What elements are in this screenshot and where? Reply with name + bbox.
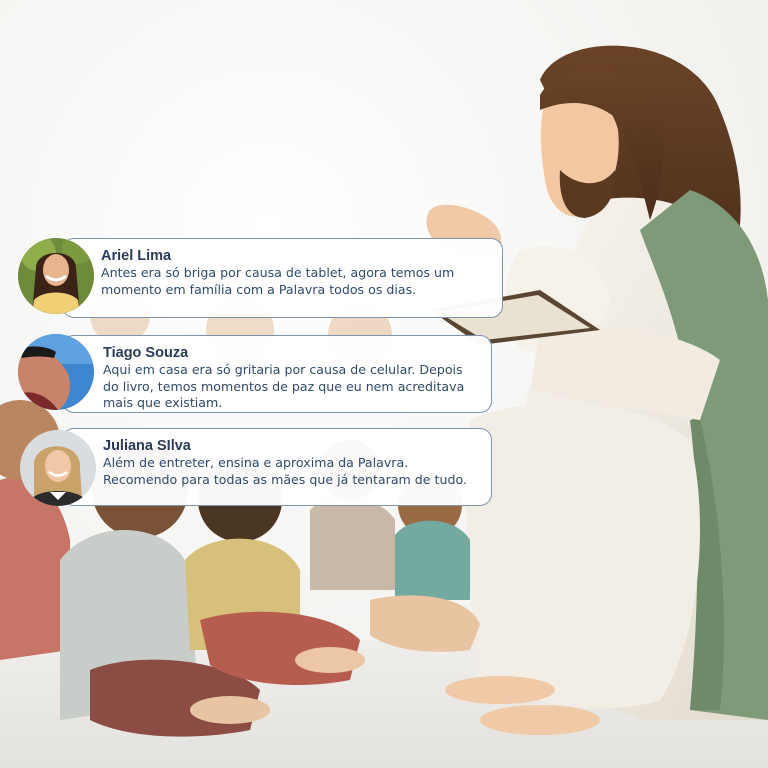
testimonial-body: Tiago Souza Aqui em casa era só gritaria… [103, 345, 477, 412]
testimonial-text: Além de entreter, ensina e aproxima da P… [103, 455, 467, 487]
testimonial-text: Aqui em casa era só gritaria por causa d… [103, 362, 465, 410]
testimonial-text: Antes era só briga por causa de tablet, … [101, 265, 455, 297]
woman-portrait-icon [18, 238, 94, 314]
woman-blonde-portrait-icon [20, 430, 96, 506]
testimonial-body: Juliana SIlva Além de entreter, ensina e… [103, 438, 477, 488]
testimonial-card: Juliana SIlva Além de entreter, ensina e… [62, 428, 492, 506]
man-sunglasses-icon [18, 334, 94, 410]
testimonial-body: Ariel Lima Antes era só briga por causa … [101, 248, 488, 298]
avatar [18, 238, 94, 314]
testimonial-author-name: Ariel Lima [101, 248, 172, 264]
testimonial-author-name: Juliana SIlva [103, 438, 191, 454]
testimonial-card: Tiago Souza Aqui em casa era só gritaria… [62, 335, 492, 413]
testimonial-card: Ariel Lima Antes era só briga por causa … [62, 238, 503, 318]
avatar [18, 334, 94, 410]
avatar [20, 430, 96, 506]
testimonial-author-name: Tiago Souza [103, 345, 189, 361]
